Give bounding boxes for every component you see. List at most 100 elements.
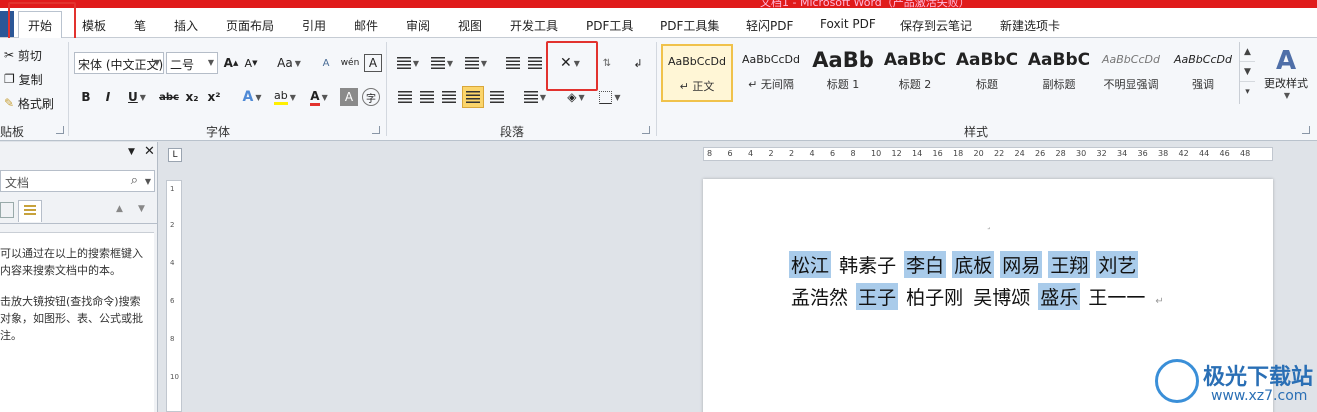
close-icon[interactable]: ✕: [144, 144, 155, 159]
show-marks-button[interactable]: ↲: [630, 52, 646, 74]
chevron-up-icon[interactable]: ▲: [116, 204, 123, 214]
chevron-up-icon[interactable]: ▲: [1240, 42, 1255, 62]
tab-foxit-pdf[interactable]: Foxit PDF: [820, 17, 876, 31]
tab-thumbnails[interactable]: [0, 202, 14, 218]
shading-button[interactable]: ◈ ▼: [562, 86, 590, 108]
style-subtle-emphasis[interactable]: AaBbCcDd 不明显强调: [1095, 44, 1167, 102]
decrease-indent-button[interactable]: [504, 52, 522, 74]
shrink-font-button[interactable]: A ▼: [242, 52, 260, 74]
numbering-button[interactable]: ▼: [428, 52, 456, 74]
document-line-2[interactable]: 孟浩然 王子 柏子刚 吴博颂 盛乐 王一一 ↵: [789, 283, 1166, 310]
tab-references[interactable]: 引用: [302, 17, 326, 34]
phonetic-guide-button[interactable]: wén: [340, 52, 360, 74]
tab-mailings[interactable]: 邮件: [354, 17, 378, 34]
selected-word[interactable]: 盛乐: [1038, 283, 1081, 310]
change-case-button[interactable]: Aa ▼: [274, 52, 304, 74]
styles-launcher-icon[interactable]: [1302, 126, 1310, 134]
document-line-1[interactable]: 松江 韩素子 李白 底板 网易 王翔 刘艺: [789, 251, 1139, 278]
style-heading-2[interactable]: AaBbC 标题 2: [879, 44, 951, 102]
tab-review[interactable]: 审阅: [406, 17, 430, 34]
distributed-button[interactable]: [488, 86, 506, 108]
word[interactable]: 王一一: [1086, 283, 1147, 310]
grow-font-button[interactable]: A ▲: [222, 52, 240, 74]
selected-word[interactable]: 松江: [789, 251, 832, 278]
increase-indent-button[interactable]: [526, 52, 544, 74]
nav-search-input[interactable]: 文档 ⌕ ▼: [0, 170, 155, 192]
tab-selector[interactable]: L: [168, 148, 182, 162]
word[interactable]: 柏子刚: [904, 283, 965, 310]
character-shading-button[interactable]: A: [340, 88, 358, 106]
copy-button[interactable]: ❐ 复制: [4, 68, 43, 90]
strikethrough-button[interactable]: abc: [158, 86, 180, 108]
style-no-spacing[interactable]: AaBbCcDd ↵ 无间隔: [735, 44, 807, 102]
bold-button[interactable]: B: [78, 86, 94, 108]
format-painter-button[interactable]: ✎ 格式刷: [4, 92, 54, 114]
tab-view[interactable]: 视图: [458, 17, 482, 34]
word[interactable]: 吴博颂: [971, 283, 1032, 310]
cut-button[interactable]: ✂ 剪切: [4, 44, 42, 66]
selected-word[interactable]: 网易: [1000, 251, 1043, 278]
selected-word[interactable]: 底板: [952, 251, 995, 278]
tab-new-tab[interactable]: 新建选项卡: [1000, 17, 1060, 34]
tab-page-layout[interactable]: 页面布局: [226, 17, 274, 34]
selected-word[interactable]: 刘艺: [1096, 251, 1139, 278]
styles-gallery-scroll[interactable]: ▲ ▼ ▾: [1239, 42, 1255, 104]
tab-cloud-note[interactable]: 保存到云笔记: [900, 17, 972, 34]
selected-word[interactable]: 王翔: [1048, 251, 1091, 278]
style-heading-1[interactable]: AaBb 标题 1: [807, 44, 879, 102]
chevron-down-icon[interactable]: ▼: [138, 204, 145, 214]
style-normal[interactable]: AaBbCcDd ↵ 正文: [661, 44, 733, 102]
superscript-button[interactable]: x²: [206, 86, 222, 108]
chevron-down-icon[interactable]: ▼: [145, 177, 151, 186]
align-left-button[interactable]: [396, 86, 414, 108]
highlight-color-button[interactable]: ab ▼: [270, 86, 300, 108]
font-launcher-icon[interactable]: [372, 126, 380, 134]
clipboard-launcher-icon[interactable]: [56, 126, 64, 134]
paragraph-mark: ˼: [987, 219, 991, 230]
word[interactable]: 韩素子: [837, 251, 898, 278]
style-emphasis[interactable]: AaBbCcDd 强调: [1167, 44, 1239, 102]
tab-results[interactable]: [18, 200, 42, 222]
clear-format-button[interactable]: A: [316, 52, 336, 74]
borders-button[interactable]: ▼: [596, 86, 624, 108]
font-name-combo[interactable]: 宋体 (中文正文) ▼: [74, 52, 164, 74]
align-right-button[interactable]: [440, 86, 458, 108]
tab-qingshan-pdf[interactable]: 轻闪PDF: [746, 17, 793, 34]
sort-button[interactable]: ⇅: [598, 52, 616, 74]
tab-developer[interactable]: 开发工具: [510, 17, 558, 34]
tab-template[interactable]: 模板: [82, 17, 106, 34]
nav-help-paragraph: 击放大镜按钮(查找命令)搜索对象，如图形、表、公式或批注。: [0, 295, 143, 342]
underline-button[interactable]: U ▼: [124, 86, 150, 108]
style-subtitle[interactable]: AaBbC 副标题: [1023, 44, 1095, 102]
style-title[interactable]: AaBbC 标题: [951, 44, 1023, 102]
tab-pdf-toolset[interactable]: PDF工具集: [660, 17, 719, 34]
multilevel-list-button[interactable]: ▼: [462, 52, 490, 74]
selected-word[interactable]: 王子: [856, 283, 899, 310]
search-icon[interactable]: ⌕: [131, 173, 138, 188]
selected-word[interactable]: 李白: [904, 251, 947, 278]
text-effects-button[interactable]: A ▼: [238, 86, 266, 108]
nav-pane-header: ▼ ✕: [0, 142, 158, 166]
subscript-button[interactable]: x₂: [184, 86, 200, 108]
tab-insert[interactable]: 插入: [174, 17, 198, 34]
change-styles-button[interactable]: A 更改样式 ▼: [1258, 42, 1314, 104]
horizontal-ruler[interactable]: 8 6 4 2 2 4 6 8 10 12 14 16 18 20 22 24 26 28 30 32 34 36 38 42…: [703, 147, 1273, 161]
font-size-combo[interactable]: 二号 ▼: [166, 52, 218, 74]
bullets-button[interactable]: ▼: [394, 52, 422, 74]
ruler-number: 12: [891, 149, 902, 158]
tab-pen[interactable]: 笔: [134, 17, 146, 34]
italic-button[interactable]: I: [100, 86, 116, 108]
justify-button[interactable]: [462, 86, 484, 108]
tab-pdf-tools[interactable]: PDF工具: [586, 17, 633, 34]
font-color-button[interactable]: A ▼: [304, 86, 334, 108]
align-center-button[interactable]: [418, 86, 436, 108]
more-icon[interactable]: ▾: [1240, 82, 1255, 102]
chevron-down-icon[interactable]: ▼: [128, 147, 135, 157]
word[interactable]: 孟浩然: [789, 283, 850, 310]
line-spacing-button[interactable]: ▼: [520, 86, 550, 108]
watermark: 极光下载站 www.xz7.com: [1155, 357, 1315, 409]
character-border-button[interactable]: A: [364, 54, 382, 72]
enclose-characters-button[interactable]: 字: [362, 88, 380, 106]
chevron-down-icon[interactable]: ▼: [1240, 62, 1255, 82]
paragraph-launcher-icon[interactable]: [642, 126, 650, 134]
